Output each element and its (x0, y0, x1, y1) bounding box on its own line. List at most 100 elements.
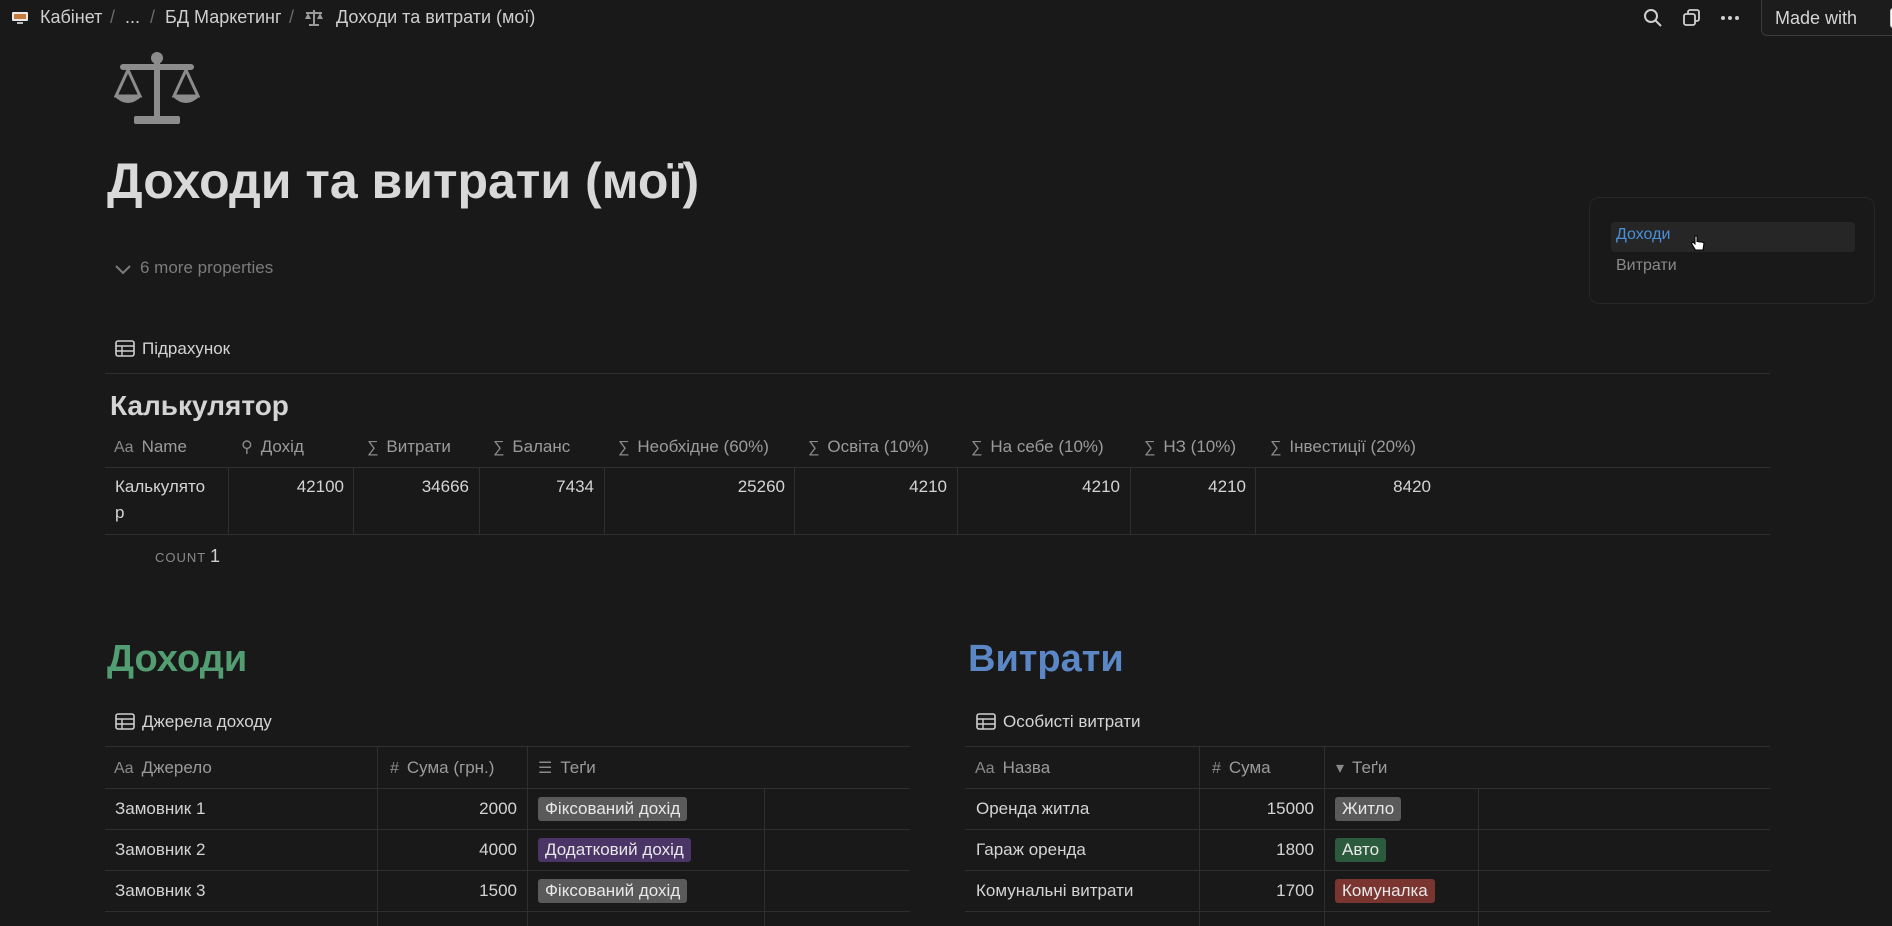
cell-necessary[interactable]: 25260 (605, 477, 785, 497)
header-divider (965, 788, 1770, 789)
tag-housing[interactable]: Житло (1335, 797, 1402, 821)
column-divider (1478, 789, 1479, 926)
income-source[interactable]: Замовник 2 (115, 840, 205, 860)
column-header-expenses[interactable]: ∑ Витрати (367, 437, 451, 457)
tag-auto[interactable]: Авто (1335, 838, 1387, 862)
row-divider (105, 829, 910, 830)
more-options-icon[interactable] (1719, 7, 1741, 29)
tag-utilities[interactable]: Комуналка (1335, 879, 1435, 903)
expense-title[interactable]: Оренда житла (976, 799, 1089, 819)
divider (965, 746, 1770, 747)
header-divider (105, 788, 910, 789)
income-sum[interactable]: 4000 (378, 840, 517, 860)
income-heading: Доходи (107, 638, 248, 680)
table-view-icon (976, 713, 996, 735)
column-header-tags[interactable]: ☰ Теґи (538, 758, 596, 778)
cell-reserve[interactable]: 4210 (1131, 477, 1246, 497)
divider (105, 746, 910, 747)
made-with-notion-button[interactable]: Made with N (1761, 0, 1892, 36)
hand-cursor-icon (1690, 234, 1706, 257)
calculator-heading: Калькулятор (110, 390, 289, 421)
expense-title[interactable]: Комунальні витрати (976, 881, 1133, 901)
cell-self[interactable]: 4210 (958, 477, 1120, 497)
row-divider (965, 870, 1770, 871)
table-of-contents: Доходи Витрати (1589, 197, 1875, 304)
expenses-heading: Витрати (968, 638, 1124, 680)
breadcrumb-ellipsis[interactable]: ... (125, 7, 140, 28)
more-properties-toggle[interactable]: 6 more properties (140, 258, 273, 278)
breadcrumb-separator: / (150, 7, 156, 27)
column-header-name[interactable]: Aa Name (114, 437, 187, 457)
page-title: Доходи та витрати (мої) (107, 153, 700, 209)
select-property-icon: ▾ (1336, 760, 1345, 777)
multiselect-list-icon: ☰ (538, 760, 553, 777)
cell-income[interactable]: 42100 (229, 477, 344, 497)
breadcrumb-cabinet[interactable]: Кабінет (40, 7, 102, 28)
search-icon[interactable] (1642, 7, 1664, 29)
expense-title[interactable]: Гараж оренда (976, 840, 1086, 860)
tag-additional-income[interactable]: Додатковий дохід (538, 838, 691, 862)
breadcrumb-current-page[interactable]: Доходи та витрати (мої) (336, 7, 535, 28)
cabinet-icon (11, 10, 29, 24)
income-sum[interactable]: 1500 (378, 881, 517, 901)
toc-item-income[interactable]: Доходи (1616, 226, 1670, 244)
column-header-investments[interactable]: ∑ Інвестиції (20%) (1270, 437, 1416, 457)
expense-sum[interactable]: 15000 (1200, 799, 1314, 819)
breadcrumb-separator: / (289, 7, 295, 27)
cell-investments[interactable]: 8420 (1256, 477, 1431, 497)
toc-item-expenses[interactable]: Витрати (1616, 257, 1677, 275)
column-header-tags[interactable]: ▾ Теґи (1336, 758, 1387, 778)
number-property-icon: # (1212, 760, 1221, 777)
formula-sigma-icon: ∑ (367, 439, 379, 456)
column-header-education[interactable]: ∑ Освіта (10%) (808, 437, 929, 457)
tag-fixed-income[interactable]: Фіксований дохід (538, 797, 688, 821)
made-with-label: Made with (1775, 8, 1858, 28)
rollup-search-icon: ⚲ (241, 439, 253, 456)
chevron-down-icon[interactable] (114, 262, 132, 282)
column-header-income[interactable]: ⚲ Дохід (241, 437, 304, 457)
formula-sigma-icon: ∑ (618, 439, 630, 456)
column-header-sum[interactable]: # Сума (грн.) (390, 758, 494, 778)
tag-fixed-income[interactable]: Фіксований дохід (538, 879, 688, 903)
number-property-icon: # (390, 760, 399, 777)
formula-sigma-icon: ∑ (493, 439, 505, 456)
expenses-view-tab[interactable]: Особисті витрати (1003, 712, 1141, 732)
row-divider (105, 870, 910, 871)
breadcrumb-db-marketing[interactable]: БД Маркетинг (165, 7, 282, 28)
text-property-icon: Aa (975, 760, 995, 777)
column-header-sum[interactable]: # Сума (1212, 758, 1271, 778)
duplicate-icon[interactable] (1681, 7, 1703, 29)
row-divider (105, 911, 910, 912)
income-sum[interactable]: 2000 (378, 799, 517, 819)
divider (105, 373, 1770, 374)
formula-sigma-icon: ∑ (1270, 439, 1282, 456)
column-header-balance[interactable]: ∑ Баланс (493, 437, 570, 457)
row-divider (965, 829, 1770, 830)
column-divider (527, 747, 528, 926)
top-bar: Кабінет / ... / БД Маркетинг / Доходи та… (0, 0, 1892, 36)
summary-view-tab[interactable]: Підрахунок (142, 339, 230, 359)
text-property-icon: Aa (114, 439, 134, 456)
column-header-title[interactable]: Aa Назва (975, 758, 1050, 778)
column-divider (1324, 747, 1325, 926)
column-divider (764, 789, 765, 926)
income-view-tab[interactable]: Джерела доходу (142, 712, 272, 732)
cell-balance[interactable]: 7434 (480, 477, 594, 497)
column-header-self[interactable]: ∑ На себе (10%) (971, 437, 1104, 457)
count-label: COUNT (155, 550, 207, 565)
income-source[interactable]: Замовник 1 (115, 799, 205, 819)
header-divider (105, 467, 1770, 468)
expense-sum[interactable]: 1800 (1200, 840, 1314, 860)
text-property-icon: Aa (114, 760, 134, 777)
breadcrumb-separator: / (110, 7, 116, 27)
cell-expenses[interactable]: 34666 (354, 477, 469, 497)
column-header-necessary[interactable]: ∑ Необхідне (60%) (618, 437, 769, 457)
cell-education[interactable]: 4210 (795, 477, 947, 497)
column-header-reserve[interactable]: ∑ НЗ (10%) (1144, 437, 1236, 457)
table-view-icon (115, 713, 135, 735)
row-name-line1[interactable]: Калькулято (115, 477, 205, 497)
income-source[interactable]: Замовник 3 (115, 881, 205, 901)
expense-sum[interactable]: 1700 (1200, 881, 1314, 901)
row-name-line2[interactable]: р (115, 503, 124, 523)
column-header-source[interactable]: Aa Джерело (114, 758, 212, 778)
